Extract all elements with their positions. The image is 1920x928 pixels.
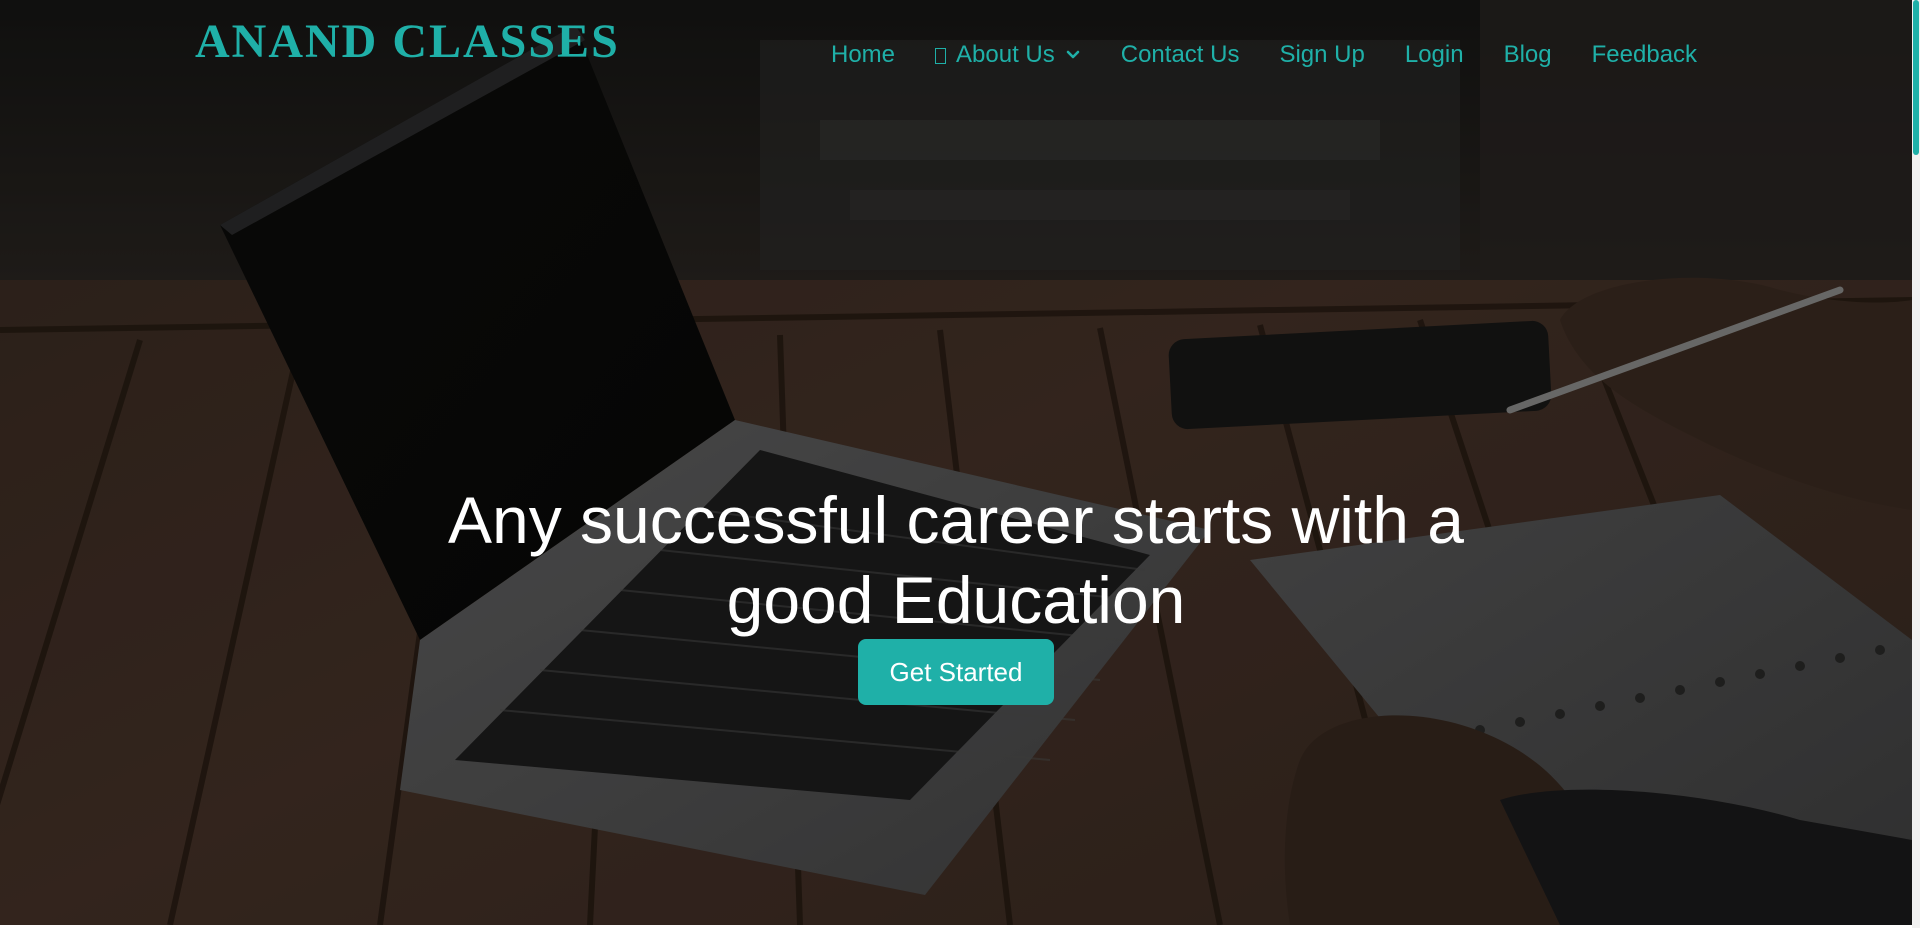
brand-logo[interactable]: ANAND CLASSES (195, 14, 620, 69)
hero-text-block: Any successful career starts with a good… (0, 480, 1912, 640)
page-scrollbar[interactable] (1912, 0, 1920, 928)
nav-menu: Home About Us Contact Us Sign Up Login B… (831, 40, 1697, 70)
nav-link-feedback[interactable]: Feedback (1592, 40, 1697, 70)
nav-link-login-label: Login (1404, 41, 1464, 68)
scrollbar-thumb[interactable] (1913, 0, 1919, 155)
chevron-down-icon (1066, 50, 1080, 59)
nav-link-blog[interactable]: Blog (1504, 40, 1552, 70)
nav-link-home-label: Home (831, 41, 896, 68)
nav-link-home[interactable]: Home (831, 40, 895, 70)
nav-link-about-us[interactable]: About Us (935, 40, 1081, 70)
navbar: ANAND CLASSES Home About Us Contact Us S… (0, 0, 1912, 110)
missing-glyph-icon (935, 48, 947, 64)
hero-section: ANAND CLASSES Home About Us Contact Us S… (0, 0, 1912, 925)
nav-link-about-us-label: About Us (956, 41, 1055, 68)
nav-link-login[interactable]: Login (1405, 40, 1464, 70)
nav-link-contact-us[interactable]: Contact Us (1121, 40, 1240, 70)
hero-headline-line1: Any successful career starts with a (447, 483, 1465, 557)
get-started-button[interactable]: Get Started (858, 639, 1054, 705)
nav-link-sign-up-label: Sign Up (1279, 41, 1365, 68)
nav-link-blog-label: Blog (1503, 41, 1552, 68)
nav-link-contact-us-label: Contact Us (1120, 41, 1240, 68)
hero-headline-line2: good Education (726, 563, 1186, 637)
hero-headline: Any successful career starts with a good… (406, 480, 1506, 640)
nav-link-feedback-label: Feedback (1591, 41, 1698, 68)
hero-dark-overlay (0, 0, 1912, 925)
nav-link-sign-up[interactable]: Sign Up (1279, 40, 1364, 70)
page: ANAND CLASSES Home About Us Contact Us S… (0, 0, 1912, 928)
